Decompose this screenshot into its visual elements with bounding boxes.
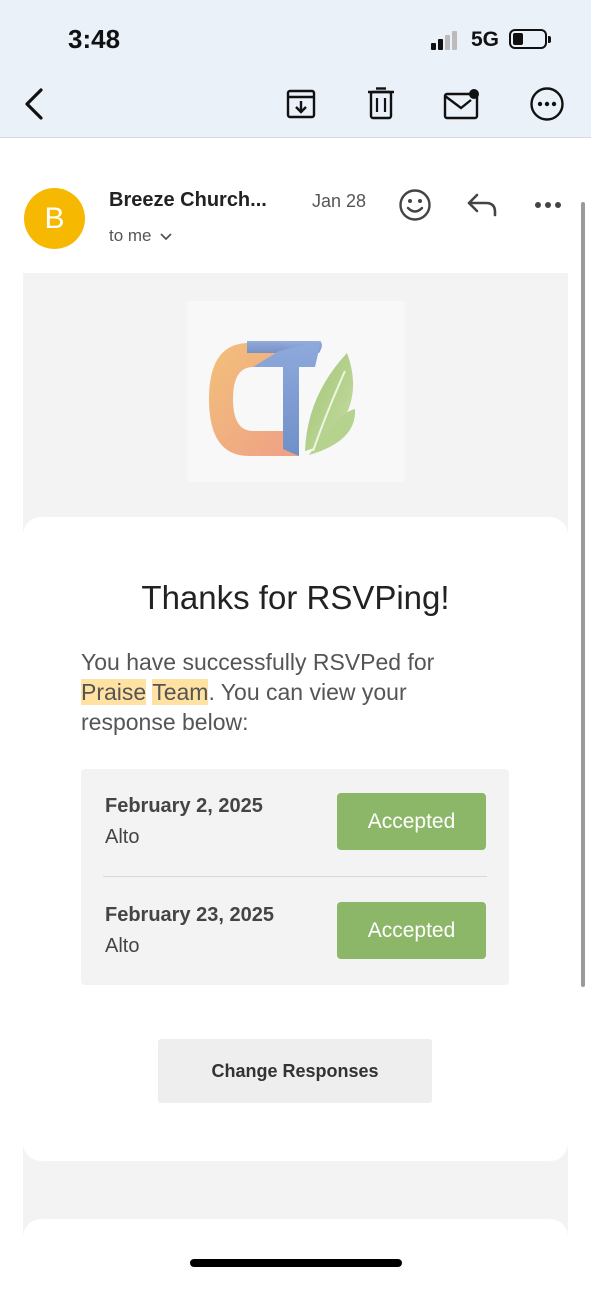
- accepted-badge: Accepted: [337, 793, 486, 850]
- archive-button[interactable]: [281, 84, 321, 124]
- back-button[interactable]: [14, 84, 54, 124]
- mark-unread-button[interactable]: [442, 84, 482, 124]
- email-view: B Breeze Church... Jan 28 to me Thanks f…: [0, 139, 591, 1299]
- more-icon: [535, 202, 561, 208]
- chevron-left-icon: [25, 88, 43, 120]
- church-logo-icon: [209, 341, 356, 456]
- status-bar: 3:48 5G: [0, 0, 591, 70]
- network-label: 5G: [471, 28, 500, 51]
- mail-toolbar: [0, 70, 591, 138]
- church-logo: [187, 301, 405, 482]
- event-name-highlight-2: Team: [152, 679, 209, 705]
- response-role: Alto: [105, 826, 140, 848]
- archive-icon: [286, 89, 316, 119]
- emoji-icon: [399, 189, 431, 221]
- email-date: Jan 28: [312, 191, 367, 211]
- more-options-button[interactable]: [527, 84, 567, 124]
- accepted-badge: Accepted: [337, 902, 486, 959]
- emoji-reaction-button[interactable]: [397, 187, 433, 223]
- response-date: February 2, 2025: [105, 795, 263, 817]
- response-row: February 23, 2025 Alto Accepted: [81, 877, 509, 985]
- signal-icon: [431, 30, 463, 50]
- trash-icon: [368, 87, 394, 120]
- responses-box: February 2, 2025 Alto Accepted February …: [81, 769, 509, 985]
- response-role: Alto: [105, 935, 140, 957]
- event-name-highlight-1: Praise: [81, 679, 147, 705]
- battery-icon: [509, 29, 551, 49]
- response-row: February 2, 2025 Alto Accepted: [81, 769, 509, 877]
- response-date: February 23, 2025: [105, 904, 274, 926]
- rsvp-message: You have successfully RSVPed for Praise …: [81, 649, 435, 735]
- change-responses-button[interactable]: Change Responses: [158, 1039, 432, 1103]
- reply-button[interactable]: [464, 187, 500, 223]
- reply-icon: [467, 193, 497, 217]
- home-indicator[interactable]: [190, 1259, 402, 1267]
- recipient-toggle[interactable]: to me: [109, 226, 172, 246]
- rsvp-title: Thanks for RSVPing!: [141, 579, 450, 616]
- email-more-button[interactable]: [530, 187, 566, 223]
- sender-name[interactable]: Breeze Church...: [109, 189, 267, 212]
- delete-button[interactable]: [361, 84, 401, 124]
- chevron-down-icon: [160, 233, 172, 241]
- email-body: Thanks for RSVPing! You have successfull…: [23, 273, 568, 1299]
- status-time: 3:48: [68, 24, 121, 54]
- avatar[interactable]: B: [24, 188, 85, 249]
- rsvp-card-footer: Change Responses: [23, 1039, 568, 1161]
- rsvp-card: Thanks for RSVPing! You have successfull…: [23, 517, 568, 1039]
- recipient-label: to me: [109, 226, 152, 245]
- scrollbar[interactable]: [581, 202, 585, 987]
- mail-unread-icon: [443, 89, 479, 120]
- more-circle-icon: [530, 87, 564, 121]
